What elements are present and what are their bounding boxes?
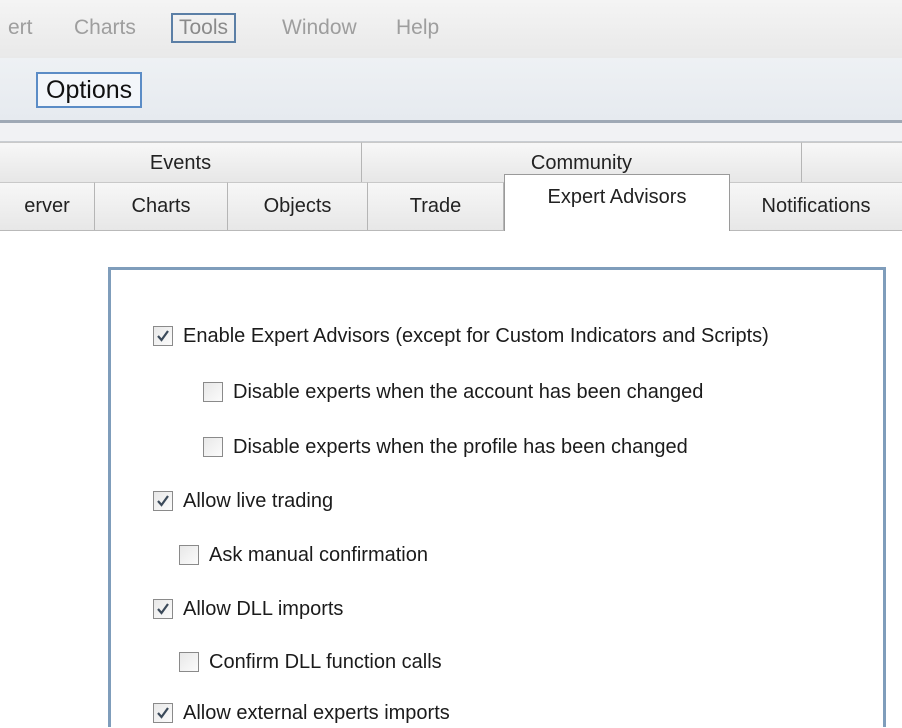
option-allow-live-trading[interactable]: Allow live trading — [153, 486, 333, 516]
tab-charts[interactable]: Charts — [95, 182, 228, 230]
option-label: Enable Expert Advisors (except for Custo… — [183, 324, 769, 347]
menu-bar: ert Charts Tools Window Help — [0, 0, 902, 59]
option-label: Disable experts when the profile has bee… — [233, 435, 688, 458]
option-confirm-dll-calls[interactable]: Confirm DLL function calls — [179, 647, 442, 677]
option-allow-dll-imports[interactable]: Allow DLL imports — [153, 594, 343, 624]
checkbox-ask-manual-confirmation[interactable] — [179, 545, 199, 565]
tab-notifications[interactable]: Notifications — [730, 182, 902, 230]
dialog-title: Options — [36, 72, 143, 108]
option-label: Confirm DLL function calls — [209, 650, 442, 673]
tab-expert-advisors[interactable]: Expert Advisors — [504, 174, 730, 231]
option-label: Ask manual confirmation — [209, 543, 428, 566]
tab-more[interactable] — [802, 142, 902, 182]
checkbox-disable-on-profile-change[interactable] — [203, 437, 223, 457]
menu-tools[interactable]: Tools — [171, 13, 237, 43]
checkbox-allow-live-trading[interactable] — [153, 491, 173, 511]
tab-server[interactable]: erver — [0, 182, 95, 230]
option-label: Allow external experts imports — [183, 701, 450, 724]
option-ask-manual-confirmation[interactable]: Ask manual confirmation — [179, 540, 428, 570]
option-disable-on-profile-change[interactable]: Disable experts when the profile has bee… — [203, 432, 688, 462]
option-label: Allow live trading — [183, 489, 334, 512]
option-disable-on-account-change[interactable]: Disable experts when the account has bee… — [203, 377, 703, 407]
checkbox-disable-on-account-change[interactable] — [203, 382, 223, 402]
option-allow-external-experts[interactable]: Allow external experts imports — [153, 698, 450, 728]
tab-row-top: Events Community — [0, 142, 902, 182]
dialog-title-bar: Options — [0, 58, 902, 123]
menu-charts[interactable]: Charts — [68, 13, 142, 43]
option-label: Allow DLL imports — [183, 597, 344, 620]
tab-content-panel: Enable Expert Advisors (except for Custo… — [0, 231, 902, 727]
checkbox-confirm-dll-calls[interactable] — [179, 652, 199, 672]
menu-expert[interactable]: ert — [2, 13, 39, 43]
tab-row-bottom: erver Charts Objects Trade Expert Adviso… — [0, 174, 902, 231]
option-enable-expert-advisors[interactable]: Enable Expert Advisors (except for Custo… — [153, 321, 769, 351]
tab-events[interactable]: Events — [0, 142, 362, 182]
checkbox-allow-dll-imports[interactable] — [153, 599, 173, 619]
checkbox-allow-external-experts[interactable] — [153, 703, 173, 723]
expert-advisors-group: Enable Expert Advisors (except for Custo… — [108, 267, 886, 727]
checkbox-enable-expert-advisors[interactable] — [153, 326, 173, 346]
menu-help[interactable]: Help — [390, 13, 445, 43]
tab-objects[interactable]: Objects — [228, 182, 368, 230]
menu-window[interactable]: Window — [276, 13, 363, 43]
tab-trade[interactable]: Trade — [368, 182, 504, 230]
divider — [0, 123, 902, 142]
option-label: Disable experts when the account has bee… — [233, 380, 704, 403]
